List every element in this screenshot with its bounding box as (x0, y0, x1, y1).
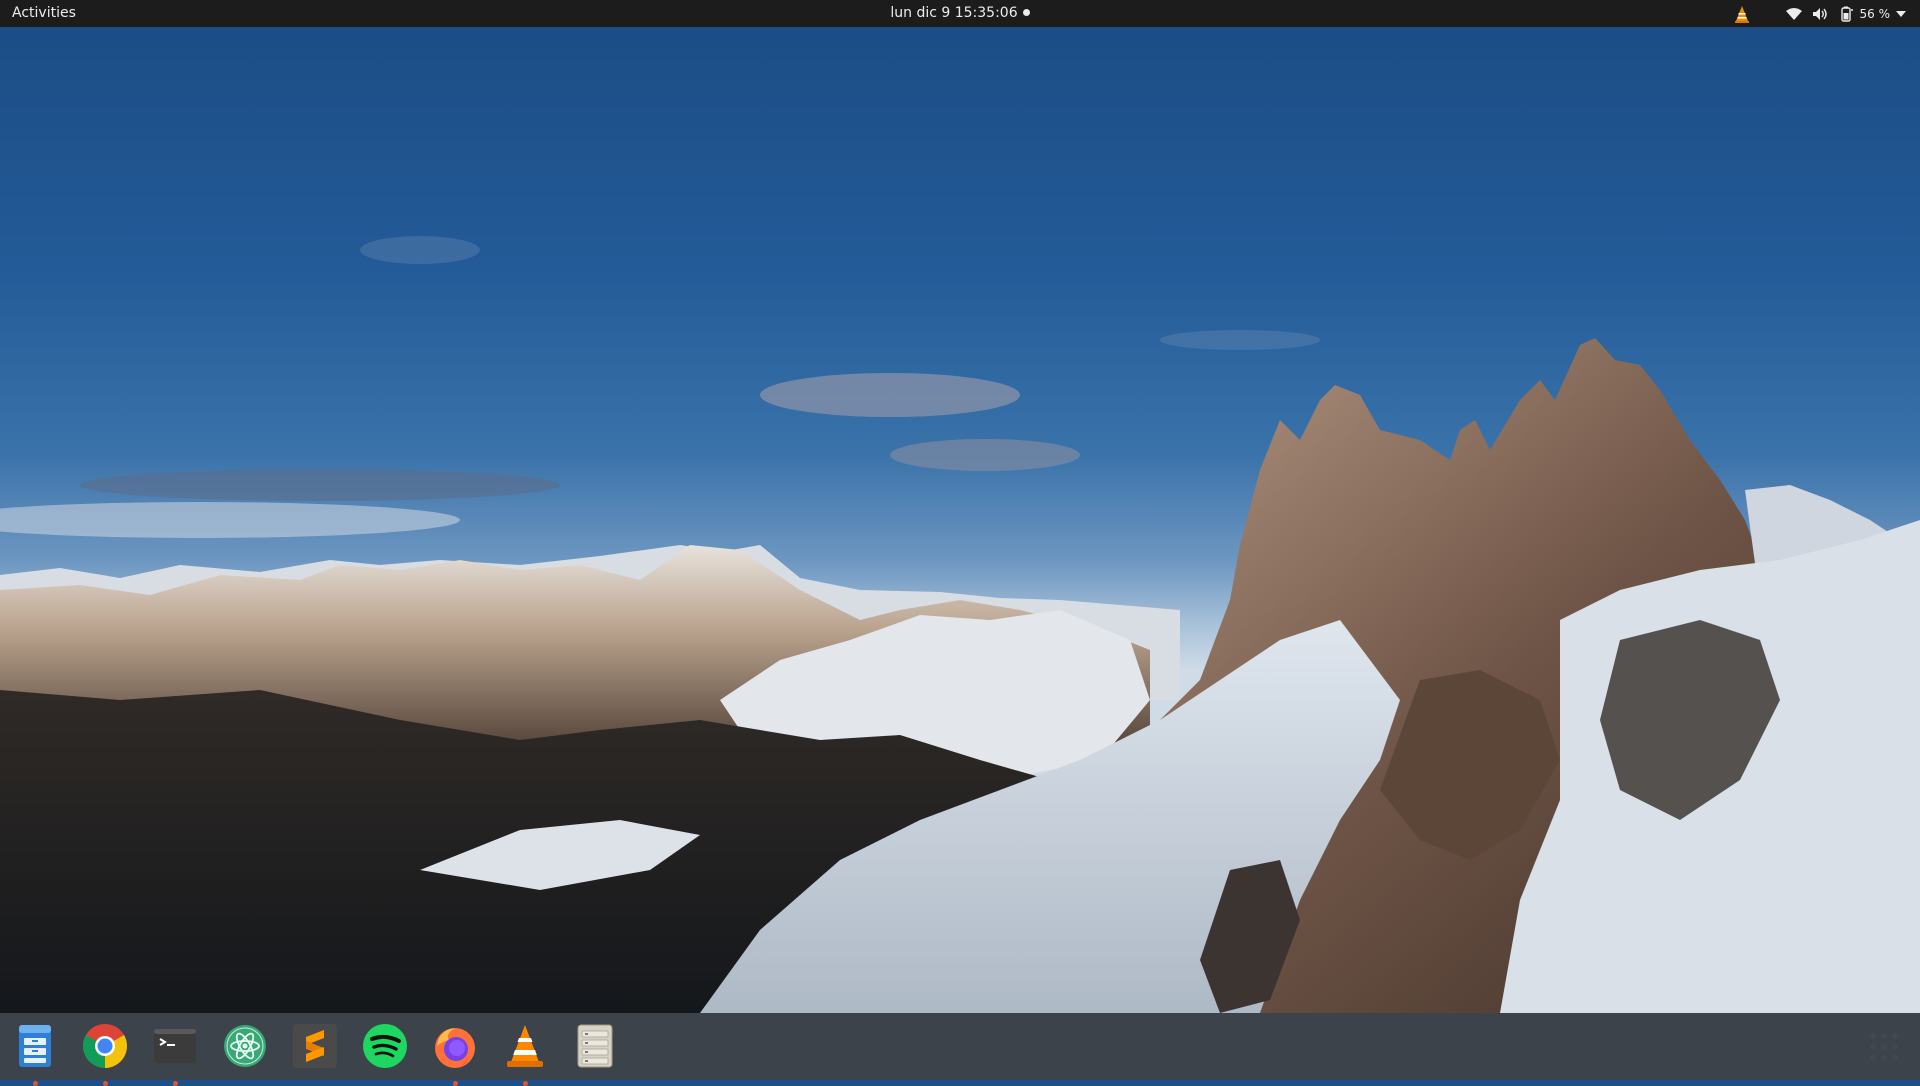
battery-icon[interactable] (1840, 0, 1854, 27)
dock-app-firefox[interactable] (431, 1022, 479, 1086)
vlc-icon (507, 1025, 543, 1067)
vlc-tray-icon[interactable] (1734, 0, 1750, 27)
notification-dot-icon (1022, 8, 1030, 16)
running-indicator (103, 1081, 108, 1086)
dock (0, 1013, 1920, 1086)
dock-app-sublime[interactable] (291, 1022, 339, 1070)
dock-app-spotify[interactable] (361, 1022, 409, 1070)
dock-app-atom[interactable] (221, 1022, 269, 1070)
top-bar: Activities lun dic 9 15:35:06 56 % (0, 0, 1920, 27)
activities-button[interactable]: Activities (12, 0, 76, 27)
files-icon (19, 1025, 51, 1067)
dock-app-archive-manager[interactable] (571, 1022, 619, 1070)
desktop-wallpaper (0, 0, 1920, 1080)
running-indicator (523, 1081, 528, 1086)
clock-time[interactable]: 15:35:06 (955, 5, 1018, 21)
dock-app-vlc[interactable] (501, 1022, 549, 1086)
archive-icon (577, 1024, 613, 1068)
chrome-icon (83, 1024, 127, 1068)
dock-app-files[interactable] (11, 1022, 59, 1086)
running-indicator (173, 1081, 178, 1086)
terminal-icon (154, 1029, 196, 1063)
running-indicator (453, 1081, 458, 1086)
sublime-icon (293, 1024, 337, 1068)
volume-icon[interactable] (1812, 0, 1828, 27)
spotify-icon (363, 1024, 407, 1068)
firefox-icon (435, 1028, 475, 1068)
clock-date[interactable]: lun dic 9 (890, 5, 950, 21)
dock-app-terminal[interactable] (151, 1022, 199, 1086)
system-tray[interactable]: 56 % (1734, 0, 1906, 27)
wifi-icon[interactable] (1785, 0, 1802, 27)
running-indicator (33, 1081, 38, 1086)
clock-menu: lun dic 9 15:35:06 (0, 0, 1920, 27)
atom-icon (224, 1025, 266, 1067)
battery-percent: 56 % (1859, 6, 1891, 21)
chevron-down-icon[interactable] (1896, 0, 1906, 27)
dock-app-chrome[interactable] (81, 1022, 129, 1086)
